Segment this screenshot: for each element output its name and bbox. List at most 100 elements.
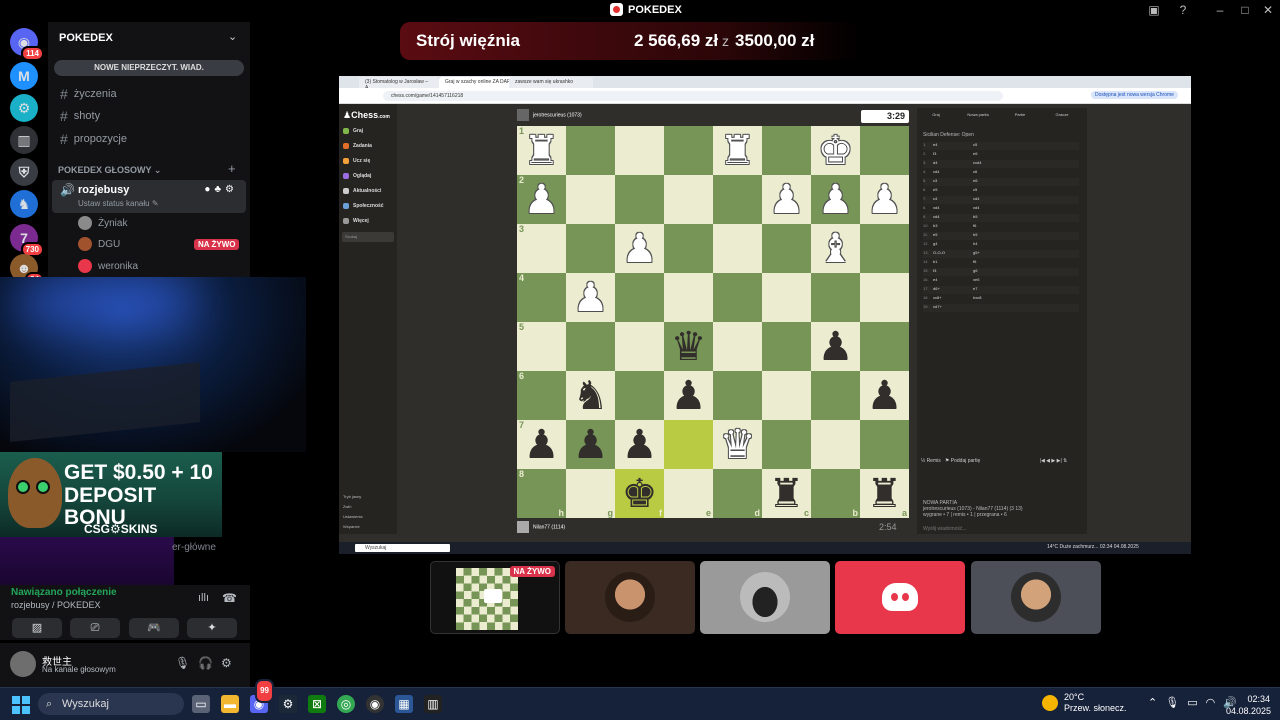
- black-king-icon[interactable]: ♚: [622, 474, 658, 514]
- board-square[interactable]: d: [713, 469, 762, 518]
- black-pawn-icon[interactable]: ♟: [671, 376, 707, 416]
- move-row[interactable]: 13. O-O-O g5+: [923, 250, 1079, 258]
- move[interactable]: hxc8: [973, 295, 1013, 303]
- black-queen-icon[interactable]: ♛: [671, 327, 707, 367]
- move[interactable]: e6: [973, 151, 1013, 159]
- chevron-up-icon[interactable]: ⌃: [1148, 697, 1165, 709]
- white-pawn-icon[interactable]: ♟: [622, 229, 658, 269]
- xbox-icon[interactable]: ⊠: [308, 695, 326, 713]
- move[interactable]: e4: [933, 277, 973, 285]
- move-row[interactable]: 11. e5 h5: [923, 232, 1079, 240]
- steam-icon[interactable]: ⚙: [279, 695, 297, 713]
- black-pawn-icon[interactable]: ♟: [573, 425, 609, 465]
- board-square[interactable]: [762, 322, 811, 371]
- move[interactable]: g5+: [973, 250, 1013, 258]
- board-square[interactable]: [615, 273, 664, 322]
- board-square[interactable]: [713, 273, 762, 322]
- chrome-icon[interactable]: ◎: [337, 695, 355, 713]
- move-row[interactable]: 15. f3 g6: [923, 268, 1079, 276]
- move[interactable]: b3: [933, 223, 973, 231]
- move[interactable]: c3: [933, 178, 973, 186]
- microphone-icon[interactable]: 🎙: [175, 656, 190, 670]
- move[interactable]: d4: [933, 160, 973, 168]
- tab-players[interactable]: Gracze: [1047, 112, 1077, 117]
- black-rook-icon[interactable]: ♜: [867, 474, 903, 514]
- board-square[interactable]: ♟: [762, 175, 811, 224]
- top-player[interactable]: jerotrescurieus (1073): [517, 109, 582, 121]
- move[interactable]: xc8+: [933, 295, 973, 303]
- move[interactable]: f3: [933, 151, 973, 159]
- board-square[interactable]: ♜: [713, 126, 762, 175]
- server-icon[interactable]: ⛨: [10, 158, 38, 186]
- share-screen-button[interactable]: ⎚: [70, 618, 120, 638]
- text-channel[interactable]: # propozycje: [60, 132, 127, 146]
- add-channel-icon[interactable]: +: [228, 161, 236, 176]
- minimize-button[interactable]: –: [1208, 3, 1232, 17]
- black-rook-icon[interactable]: ♜: [769, 474, 805, 514]
- taskbar-clock[interactable]: 02:34 04.08.2025: [1226, 693, 1271, 717]
- board-square[interactable]: ♟: [664, 371, 713, 420]
- board-square[interactable]: [615, 175, 664, 224]
- close-button[interactable]: ✕: [1256, 3, 1280, 17]
- move[interactable]: [973, 304, 1013, 312]
- board-square[interactable]: [566, 126, 615, 175]
- board-square[interactable]: ♟: [615, 224, 664, 273]
- white-bishop-icon[interactable]: ♝: [818, 229, 854, 269]
- board-square[interactable]: [664, 273, 713, 322]
- move-row[interactable]: 12. g4 h4: [923, 241, 1079, 249]
- voice-channel[interactable]: 🔊 rozjebusy Ustaw status kanału ✎ ●♣⚙: [52, 180, 246, 213]
- camera-off-button[interactable]: ▨: [12, 618, 62, 638]
- server-icon[interactable]: ♞: [10, 190, 38, 218]
- participant-tile[interactable]: [565, 561, 695, 634]
- nav-footer-item[interactable]: Wsparcie: [343, 524, 360, 529]
- board-square[interactable]: ♟: [860, 371, 909, 420]
- nav-item[interactable]: Zadania: [343, 143, 372, 149]
- board-square[interactable]: f ♚: [615, 469, 664, 518]
- move[interactable]: f3: [933, 268, 973, 276]
- move-row[interactable]: 9. xd4 b5: [923, 214, 1079, 222]
- soundboard-button[interactable]: ✦: [187, 618, 237, 638]
- move[interactable]: e5: [933, 232, 973, 240]
- move[interactable]: xd4: [933, 214, 973, 222]
- browser-tab[interactable]: zawsze wam się ukrashko: [509, 77, 593, 88]
- weather-widget[interactable]: 20°C Przew. słonecz.: [1042, 692, 1127, 714]
- browser-tab[interactable]: (3) Stomatolog w Jarosław – A...: [359, 77, 439, 91]
- board-square[interactable]: [860, 420, 909, 469]
- server-name[interactable]: POKEDEX: [59, 32, 113, 44]
- move[interactable]: cxd4: [973, 160, 1013, 168]
- board-square[interactable]: [713, 371, 762, 420]
- move-row[interactable]: 5. c3 e6: [923, 178, 1079, 186]
- white-pawn-icon[interactable]: ♟: [769, 180, 805, 220]
- participant-tile[interactable]: [835, 561, 965, 634]
- board-square[interactable]: [664, 420, 713, 469]
- chat-input[interactable]: Wyślij wiadomość...: [923, 526, 967, 532]
- url-field[interactable]: chess.com/game/141457116218: [383, 91, 1003, 101]
- move-row[interactable]: 2. f3 e6: [923, 151, 1079, 159]
- move-row[interactable]: 1. e4 c5: [923, 142, 1079, 150]
- screen-share-icon[interactable]: ▣: [1142, 3, 1166, 17]
- move-row[interactable]: 14. b1 f6: [923, 259, 1079, 267]
- obs-icon[interactable]: ◉: [366, 695, 384, 713]
- board-square[interactable]: ♟: [811, 175, 860, 224]
- board-square[interactable]: [762, 126, 811, 175]
- board-square[interactable]: [860, 273, 909, 322]
- resign-button[interactable]: ⚑ Poddaj partię: [945, 458, 980, 464]
- move[interactable]: h4: [973, 241, 1013, 249]
- voice-user[interactable]: DGU: [78, 237, 120, 251]
- connection-status[interactable]: Nawiązano połączenie: [11, 587, 117, 598]
- move[interactable]: b1: [933, 259, 973, 267]
- black-pawn-icon[interactable]: ♟: [867, 376, 903, 416]
- board-square[interactable]: b: [811, 469, 860, 518]
- move[interactable]: e7: [973, 286, 1013, 294]
- move[interactable]: e4: [933, 142, 973, 150]
- server-icon[interactable]: ⚙: [10, 94, 38, 122]
- board-square[interactable]: e: [664, 469, 713, 518]
- move-row[interactable]: 16. e4 xe5: [923, 277, 1079, 285]
- board-square[interactable]: [860, 126, 909, 175]
- move-row[interactable]: 17. d6+ e7: [923, 286, 1079, 294]
- chevron-down-icon[interactable]: ⌄: [228, 30, 237, 43]
- move-row[interactable]: 19. xd7+: [923, 304, 1079, 312]
- board-square[interactable]: [664, 224, 713, 273]
- avatar[interactable]: [10, 651, 36, 677]
- black-knight-icon[interactable]: ♞: [573, 376, 609, 416]
